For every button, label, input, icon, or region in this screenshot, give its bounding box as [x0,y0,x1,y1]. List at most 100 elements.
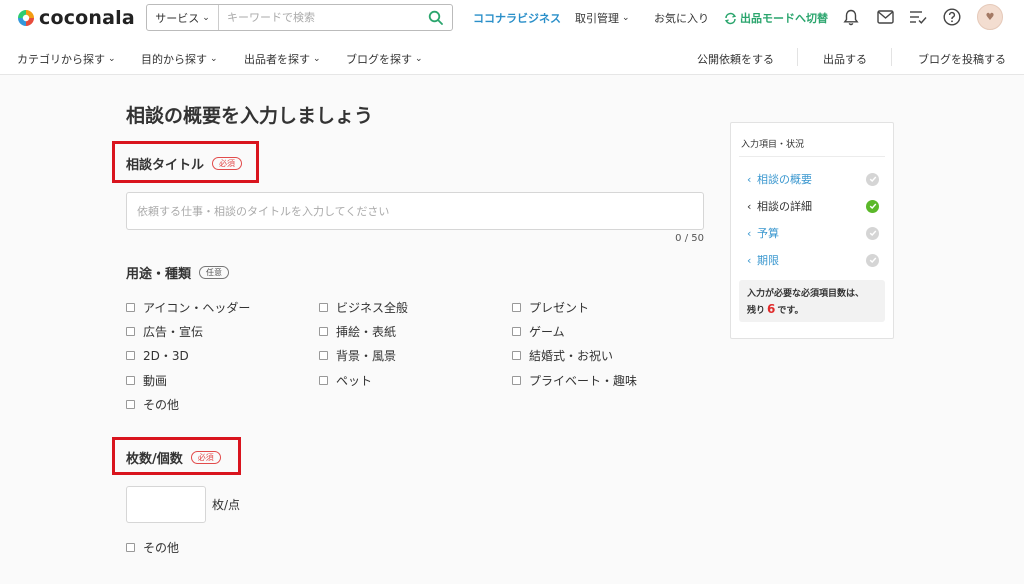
progress-item-label: 予算 [757,227,779,240]
usage-option-label: 結婚式・お祝い [529,349,614,363]
trading-menu-label: 取引管理 [575,12,619,25]
note-suffix: です。 [777,306,804,316]
usage-option[interactable]: アイコン・ヘッダー [126,299,250,316]
checkbox[interactable] [512,303,521,312]
checkbox[interactable] [319,376,328,385]
title-char-counter: 0 / 50 [675,233,704,244]
note-line-1: 入力が必要な必須項目数は、 [747,289,865,299]
check-circle-icon [866,253,879,267]
progress-item-overview[interactable]: ‹ 相談の概要 [747,171,879,187]
chevron-down-icon: ⌄ [202,12,210,23]
checkbox[interactable] [126,303,135,312]
checkbox[interactable] [319,303,328,312]
usage-option[interactable]: 挿絵・表紙 [319,323,396,340]
usage-section-label: 用途・種類 任意 [126,263,230,282]
top-header: coconala サービス ⌄ ココナラビジネス 取引管理 ⌄ お気に入り 出品… [0,0,1024,38]
usage-option[interactable]: ペット [319,372,372,389]
progress-item-deadline[interactable]: ‹ 期限 [747,252,879,268]
consultation-title-input[interactable] [126,192,704,230]
usage-option-label: アイコン・ヘッダー [143,301,251,315]
quantity-input[interactable] [126,486,206,523]
chevron-down-icon: ⌄ [622,13,630,23]
checkbox[interactable] [319,327,328,336]
search-category-select[interactable]: サービス ⌄ [147,5,219,30]
notification-bell-icon[interactable] [841,7,861,27]
checkbox[interactable] [512,351,521,360]
remaining-required-note: 入力が必要な必須項目数は、 残り 6 です。 [739,280,885,322]
usage-option[interactable]: ビジネス全般 [319,299,408,316]
search-icon [428,10,443,25]
checkbox[interactable] [126,351,135,360]
usage-option[interactable]: 動画 [126,372,167,389]
progress-item-budget[interactable]: ‹ 予算 [747,225,879,241]
required-badge: 必須 [212,157,243,170]
post-blog-link[interactable]: ブログを投稿する [918,51,1006,67]
nav-browse-purpose[interactable]: 目的から探す ⌄ [141,51,218,67]
check-circle-icon [866,199,879,213]
input-status-panel: 入力項目・状況 ‹ 相談の概要 ‹ 相談の詳細 ‹ 予算 ‹ 期限 入力が必要な… [730,122,894,339]
usage-option-label: 広告・宣伝 [143,325,204,339]
nav-browse-sellers-label: 出品者を探す [244,53,310,66]
sub-navigation: カテゴリから探す ⌄ 目的から探す ⌄ 出品者を探す ⌄ ブログを探す ⌄ 公開依頼をす… [0,38,1024,75]
divider [891,48,892,66]
divider [797,48,798,66]
coconala-logo[interactable]: coconala [16,7,135,29]
note-pre-count: 残り [747,306,766,316]
check-circle-icon [866,226,879,240]
quantity-unit: 枚/点 [212,498,241,512]
avatar-glyph: ♥ [985,11,995,23]
nav-browse-category[interactable]: カテゴリから探す ⌄ [17,51,116,67]
progress-item-details[interactable]: ‹ 相談の詳細 [747,198,879,214]
coconala-business-link[interactable]: ココナラビジネス [473,10,561,26]
usage-option[interactable]: プライベート・趣味 [512,372,637,389]
checkbox[interactable] [319,351,328,360]
checkbox[interactable] [126,400,135,409]
chevron-down-icon: ⌄ [313,54,321,64]
search-category-label: サービス [155,11,200,25]
panel-heading: 入力項目・状況 [741,140,805,150]
checkbox[interactable] [512,376,521,385]
usage-option[interactable]: プレゼント [512,299,589,316]
remaining-count: 6 [767,302,776,316]
progress-item-label: 相談の詳細 [757,200,812,213]
search-input[interactable] [219,5,418,30]
checkbox[interactable] [126,327,135,336]
logo-text: coconala [39,7,135,29]
chevron-left-icon: ‹ [747,199,752,213]
nav-browse-purpose-label: 目的から探す [141,53,207,66]
progress-item-label: 相談の概要 [757,173,812,186]
user-avatar[interactable]: ♥ [977,4,1003,30]
quantity-other-option[interactable]: その他 [126,539,179,556]
post-public-request-link[interactable]: 公開依頼をする [697,51,774,67]
nav-browse-blogs-label: ブログを探す [346,53,412,66]
mail-icon[interactable] [875,7,895,27]
checkbox[interactable] [512,327,521,336]
search-button[interactable] [418,5,452,30]
checkbox[interactable] [126,376,135,385]
nav-browse-sellers[interactable]: 出品者を探す ⌄ [244,51,321,67]
optional-badge: 任意 [199,266,230,279]
favorites-link[interactable]: お気に入り [654,10,709,26]
chevron-down-icon: ⌄ [415,54,423,64]
checkbox[interactable] [126,543,135,552]
task-list-icon[interactable] [908,7,928,27]
chevron-down-icon: ⌄ [210,54,218,64]
list-service-link[interactable]: 出品する [823,51,867,67]
progress-item-label: 期限 [757,254,779,267]
usage-option[interactable]: その他 [126,396,179,413]
usage-option[interactable]: 広告・宣伝 [126,323,203,340]
chevron-left-icon: ‹ [747,253,752,267]
usage-option-label: ペット [336,374,373,388]
help-icon[interactable] [942,7,962,27]
quantity-section-label: 枚数/個数 必須 [126,448,221,467]
seller-mode-switch[interactable]: 出品モードへ切替 [724,10,828,26]
nav-browse-blogs[interactable]: ブログを探す ⌄ [346,51,423,67]
note-line-2: 残り 6 です。 [747,302,885,319]
usage-option[interactable]: 結婚式・お祝い [512,347,613,364]
usage-option[interactable]: ゲーム [512,323,565,340]
usage-option[interactable]: 背景・風景 [319,347,396,364]
switch-arrows-icon [724,12,737,24]
usage-option-label: その他 [143,398,180,412]
usage-option[interactable]: 2D・3D [126,347,189,364]
trading-menu[interactable]: 取引管理 ⌄ [575,10,630,26]
